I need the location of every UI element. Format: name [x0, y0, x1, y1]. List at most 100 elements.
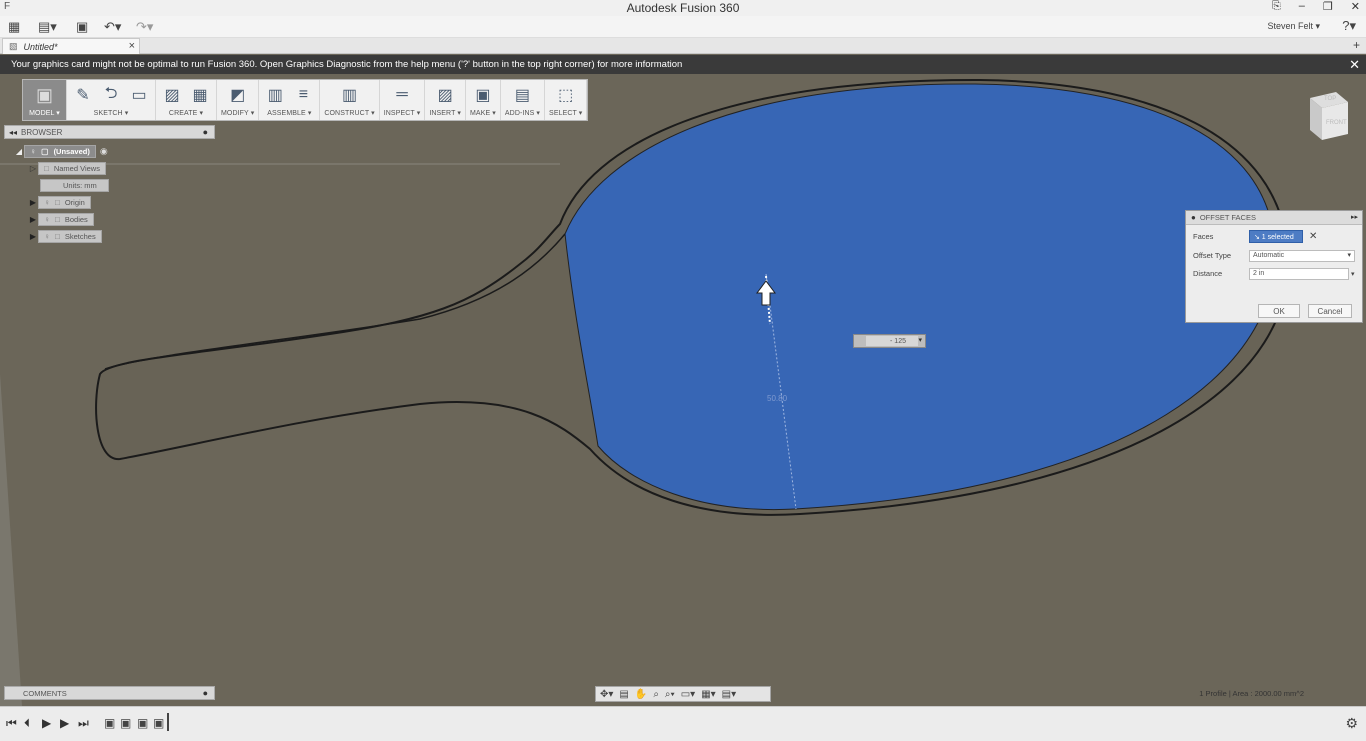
ok-button[interactable]: OK	[1258, 304, 1300, 318]
model-tool-icon[interactable]: ▣	[33, 84, 57, 106]
faces-selection-button[interactable]: ↘ 1 selected	[1249, 230, 1303, 243]
modify-menu-button[interactable]: MODIFY ▾	[221, 109, 254, 117]
close-banner-icon[interactable]: ✕	[1349, 57, 1360, 73]
collapse-browser-icon[interactable]: ◂◂	[9, 128, 17, 137]
browser-item-bodies[interactable]: ▶ ♀ □ Bodies	[28, 213, 94, 226]
file-menu-button[interactable]: ▤▾	[38, 18, 57, 36]
viewports-icon[interactable]: ▤▾	[722, 689, 736, 700]
step-back-icon[interactable]: ⏴	[24, 716, 30, 731]
canvas-viewport[interactable]: - 125 ▾ 50.80	[0, 74, 1366, 706]
modify-tool-icon[interactable]: ◩	[226, 84, 250, 106]
lightbulb-icon[interactable]: ♀	[44, 232, 50, 241]
timeline-marker[interactable]	[167, 713, 169, 731]
lightbulb-icon[interactable]: ♀	[44, 198, 50, 207]
go-to-start-icon[interactable]: ⏮	[6, 716, 17, 731]
viewcube[interactable]: TOP FRONT	[1306, 90, 1350, 142]
pin-icon[interactable]: ●	[203, 127, 208, 137]
units-chip[interactable]: Units: mm	[40, 179, 109, 192]
browser-item-units[interactable]: Units: mm	[40, 179, 109, 192]
distance-input[interactable]: 2 in	[1249, 267, 1349, 280]
origin-chip[interactable]: ♀ □ Origin	[38, 196, 91, 209]
browser-item-sketches[interactable]: ▶ ♀ □ Sketches	[28, 230, 102, 243]
construct-tool-icon[interactable]: ▥	[338, 84, 362, 106]
chevron-down-icon[interactable]: ▾	[1351, 270, 1355, 278]
named-views-chip[interactable]: □ Named Views	[38, 162, 106, 175]
timeline-settings-icon[interactable]: ⚙	[1345, 715, 1358, 732]
add-ins-tool-icon[interactable]: ▤	[510, 84, 534, 106]
assemble-menu-button[interactable]: ASSEMBLE ▾	[267, 109, 311, 117]
assemble-tool-icon[interactable]: ▥	[263, 84, 287, 106]
model-menu-button[interactable]: MODEL ▾	[29, 109, 60, 117]
zoom-icon[interactable]: ⌕	[653, 689, 659, 700]
assemble-tool-icon[interactable]: ≡	[291, 84, 315, 106]
selected-face[interactable]	[564, 83, 1276, 511]
undo-button[interactable]: ↶▾	[104, 18, 121, 36]
timeline-sketch-feature-icon[interactable]: ▣	[137, 716, 148, 730]
minimize-icon[interactable]: –	[1299, 0, 1305, 13]
timeline-sketch-feature-icon[interactable]: ▣	[120, 716, 131, 730]
offset-value-input[interactable]: - 125 ▾	[853, 334, 926, 348]
viewcube-front-face[interactable]: FRONT	[1326, 120, 1347, 126]
pan-icon[interactable]: ✋	[635, 689, 647, 700]
user-account-menu[interactable]: Steven Felt ▾	[1267, 21, 1320, 32]
sketch-menu-button[interactable]: SKETCH ▾	[94, 109, 129, 117]
timeline-sketch-feature-icon[interactable]: ▣	[153, 716, 164, 730]
lightbulb-icon[interactable]: ♀	[44, 215, 50, 224]
insert-tool-icon[interactable]: ▨	[433, 84, 457, 106]
add-comment-icon[interactable]: ●	[203, 688, 208, 698]
orbit-icon[interactable]: ✥▾	[600, 689, 613, 700]
browser-item-origin[interactable]: ▶ ♀ □ Origin	[28, 196, 91, 209]
expand-triangle-icon[interactable]: ◢	[14, 147, 24, 156]
sketches-chip[interactable]: ♀ □ Sketches	[38, 230, 102, 243]
bodies-chip[interactable]: ♀ □ Bodies	[38, 213, 94, 226]
chevron-down-icon[interactable]: ▾	[918, 336, 922, 344]
browser-item-named-views[interactable]: ▷ □ Named Views	[28, 162, 106, 175]
offset-value-field[interactable]: - 125	[866, 336, 918, 346]
inspect-menu-button[interactable]: INSPECT ▾	[384, 109, 421, 117]
close-tab-icon[interactable]: ×	[129, 40, 135, 52]
fit-icon[interactable]: ⌕▾	[665, 689, 675, 700]
expand-arrow-icon[interactable]: ▶	[28, 215, 38, 224]
inspect-tool-icon[interactable]: ═	[390, 84, 414, 106]
timeline-sketch-feature-icon[interactable]: ▣	[104, 716, 115, 730]
browser-root-node[interactable]: ◢ ♀ ▢ (Unsaved) ◉	[14, 145, 108, 158]
make-menu-button[interactable]: MAKE ▾	[470, 109, 496, 117]
expand-arrow-icon[interactable]: ▷	[28, 164, 38, 173]
help-menu-button[interactable]: ?▾	[1342, 18, 1356, 34]
lightbulb-icon[interactable]: ♀	[30, 147, 36, 156]
offset-type-select[interactable]: Automatic ▾	[1249, 249, 1355, 262]
viewcube-top-face[interactable]: TOP	[1324, 96, 1336, 102]
display-settings-icon[interactable]: ▭▾	[681, 689, 695, 700]
sketch-tool-icon[interactable]: ⮌	[99, 84, 123, 106]
root-component-chip[interactable]: ♀ ▢ (Unsaved)	[24, 145, 96, 158]
cancel-button[interactable]: Cancel	[1308, 304, 1352, 318]
create-tool-icon[interactable]: ▦	[188, 84, 212, 106]
expand-arrow-icon[interactable]: ▶	[28, 232, 38, 241]
new-tab-button[interactable]: +	[1353, 38, 1360, 52]
maximize-icon[interactable]: ❐	[1323, 0, 1333, 13]
data-panel-grid-icon[interactable]: ▦	[8, 18, 20, 36]
create-tool-icon[interactable]: ▨	[160, 84, 184, 106]
look-at-icon[interactable]: ▤	[619, 689, 628, 700]
create-menu-button[interactable]: CREATE ▾	[169, 109, 203, 117]
expand-arrow-icon[interactable]: ▶	[28, 198, 38, 207]
sketch-tool-icon[interactable]: ✎	[71, 84, 95, 106]
select-menu-button[interactable]: SELECT ▾	[549, 109, 582, 117]
add-ins-menu-button[interactable]: ADD-INS ▾	[505, 109, 540, 117]
expand-dialog-icon[interactable]: ▸▸	[1351, 213, 1358, 221]
make-tool-icon[interactable]: ▣	[471, 84, 495, 106]
select-tool-icon[interactable]: ⬚	[554, 84, 578, 106]
redo-button[interactable]: ↷▾	[136, 18, 153, 36]
close-window-icon[interactable]: ✕	[1351, 0, 1360, 13]
restore-screen-icon[interactable]: ⎘	[1272, 0, 1281, 13]
play-icon[interactable]: ▶	[60, 716, 69, 730]
construct-menu-button[interactable]: CONSTRUCT ▾	[324, 109, 374, 117]
insert-menu-button[interactable]: INSERT ▾	[429, 109, 461, 117]
clear-selection-icon[interactable]: ✕	[1309, 231, 1317, 242]
activate-radio-icon[interactable]: ◉	[100, 146, 108, 157]
play-back-icon[interactable]: ▶	[42, 716, 51, 730]
save-button[interactable]: ▣	[76, 18, 88, 36]
sketch-tool-icon[interactable]: ▭	[127, 84, 151, 106]
document-tab[interactable]: ▧ Untitled* ×	[2, 38, 140, 54]
grid-settings-icon[interactable]: ▦▾	[701, 689, 715, 700]
